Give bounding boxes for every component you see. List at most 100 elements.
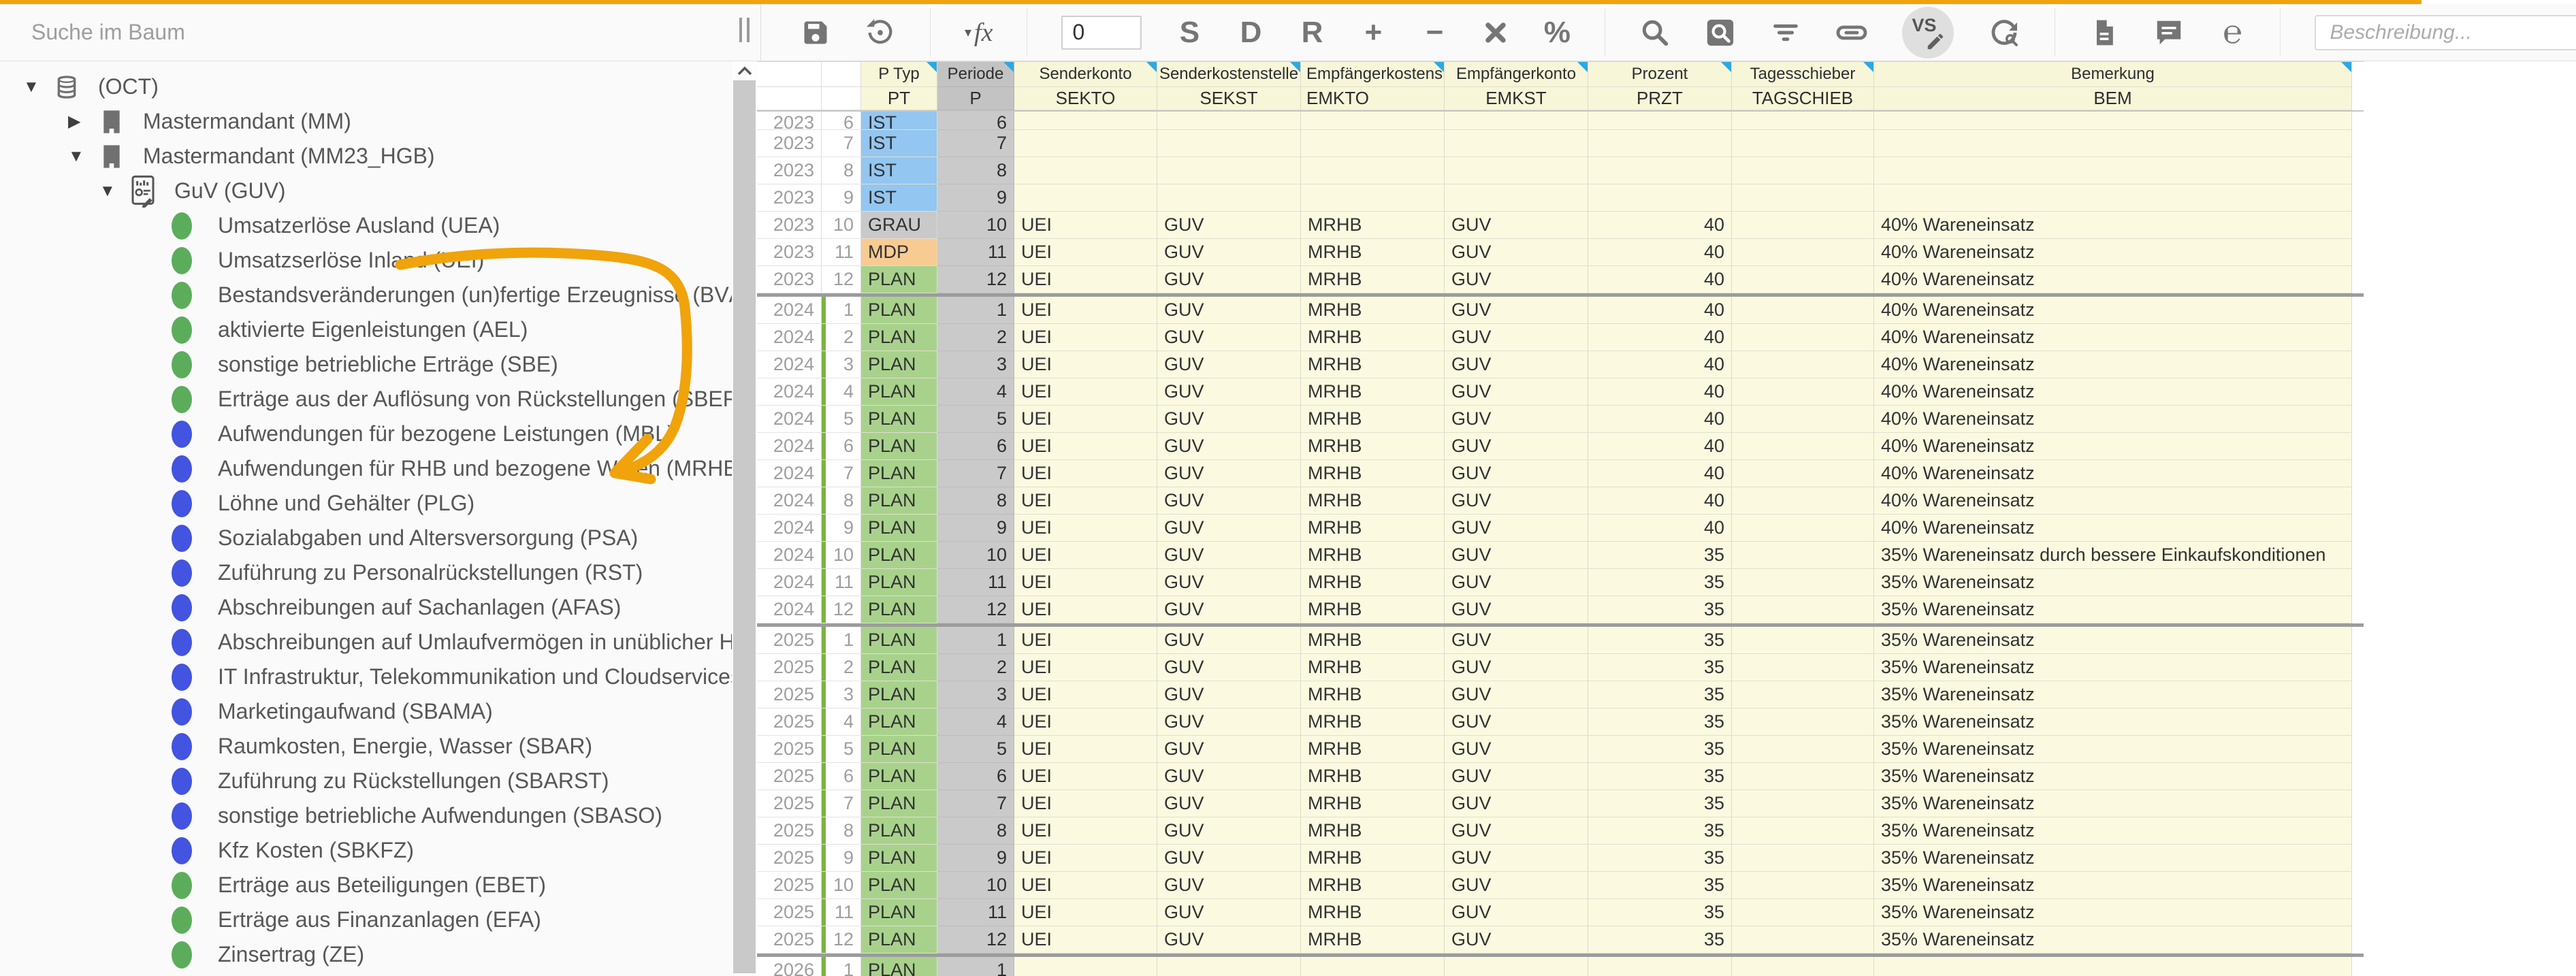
tree-item-sbama[interactable]: Marketingaufwand (SBAMA) (0, 694, 732, 729)
cell-year[interactable]: 2024 (757, 406, 822, 433)
cell-p[interactable]: 1 (937, 957, 1014, 976)
column-header-bem[interactable]: Bemerkung (1874, 62, 2352, 87)
cell-tagschieb[interactable] (1732, 845, 1874, 872)
plus-button[interactable]: + (1359, 9, 1387, 56)
cell-p[interactable]: 7 (937, 130, 1014, 157)
column-header-sekst[interactable]: Senderkostenstelle (1157, 62, 1301, 87)
cell-tagschieb[interactable] (1732, 790, 1874, 817)
cell-sekto[interactable]: UEI (1014, 239, 1157, 266)
cell-sekto[interactable]: UEI (1014, 378, 1157, 406)
mention-icon[interactable]: ℮ (2219, 9, 2246, 56)
column-header-tagschieb[interactable]: Tagesschieber (1732, 62, 1874, 87)
cell-pt[interactable]: PLAN (861, 845, 937, 872)
cell-emkst[interactable]: GUV (1445, 239, 1588, 266)
cell-bem[interactable]: 40% Wareneinsatz (1874, 239, 2352, 266)
tree-item-sbar[interactable]: Raumkosten, Energie, Wasser (SBAR) (0, 729, 732, 764)
cell-bem[interactable]: 40% Wareneinsatz (1874, 406, 2352, 433)
cell-sekst[interactable]: GUV (1157, 266, 1301, 293)
cell-emkst[interactable]: GUV (1445, 266, 1588, 293)
tree-item-oct[interactable]: ▼(OCT) (0, 69, 732, 104)
cell-emkst[interactable] (1445, 157, 1588, 184)
cell-emkto[interactable]: MRHB (1301, 460, 1445, 487)
cell-przt[interactable]: 35 (1588, 872, 1732, 899)
cell-rownum[interactable]: 8 (822, 157, 861, 184)
cell-tagschieb[interactable] (1732, 596, 1874, 623)
cell-przt[interactable]: 35 (1588, 817, 1732, 845)
tree-item-mm[interactable]: ▶Mastermandant (MM) (0, 104, 732, 139)
cell-tagschieb[interactable] (1732, 872, 1874, 899)
tree-item-bvä[interactable]: Bestandsveränderungen (un)fertige Erzeug… (0, 278, 732, 312)
formula-dropdown[interactable]: ▾ fx (965, 9, 993, 56)
cell-emkst[interactable]: GUV (1445, 681, 1588, 709)
cell-p[interactable]: 6 (937, 433, 1014, 460)
cell-p[interactable]: 2 (937, 324, 1014, 351)
cell-emkto[interactable]: MRHB (1301, 926, 1445, 954)
cell-przt[interactable] (1588, 130, 1732, 157)
tree-item-psa[interactable]: Sozialabgaben und Altersversorgung (PSA) (0, 521, 732, 555)
cell-emkst[interactable]: GUV (1445, 790, 1588, 817)
cell-sekto[interactable]: UEI (1014, 790, 1157, 817)
cell-emkto[interactable]: MRHB (1301, 297, 1445, 324)
cell-p[interactable]: 4 (937, 709, 1014, 736)
minus-button[interactable]: − (1421, 9, 1448, 56)
cell-year[interactable]: 2025 (757, 763, 822, 790)
cell-przt[interactable]: 40 (1588, 297, 1732, 324)
cell-bem[interactable]: 35% Wareneinsatz (1874, 790, 2352, 817)
cell-emkst[interactable]: GUV (1445, 709, 1588, 736)
cell-year[interactable]: 2024 (757, 596, 822, 623)
cell-emkto[interactable]: MRHB (1301, 654, 1445, 681)
column-header-sekto[interactable]: Senderkonto (1014, 62, 1157, 87)
cell-emkst[interactable]: GUV (1445, 378, 1588, 406)
cell-pt[interactable]: PLAN (861, 378, 937, 406)
cell-rownum[interactable]: 12 (822, 596, 861, 623)
cell-p[interactable]: 8 (937, 817, 1014, 845)
cell-p[interactable]: 6 (937, 112, 1014, 130)
cell-rownum[interactable]: 9 (822, 515, 861, 542)
cell-pt[interactable]: PLAN (861, 681, 937, 709)
cell-emkst[interactable]: GUV (1445, 763, 1588, 790)
cell-przt[interactable]: 35 (1588, 926, 1732, 954)
cell-sekst[interactable]: GUV (1157, 654, 1301, 681)
cell-p[interactable]: 4 (937, 378, 1014, 406)
cell-rownum[interactable]: 5 (822, 406, 861, 433)
cell-emkst[interactable] (1445, 184, 1588, 212)
cell-emkst[interactable]: GUV (1445, 406, 1588, 433)
tree-item-ebet[interactable]: Erträge aus Beteiligungen (EBET) (0, 868, 732, 902)
tree-item-plg[interactable]: Löhne und Gehälter (PLG) (0, 486, 732, 521)
cell-rownum[interactable]: 7 (822, 790, 861, 817)
cell-bem[interactable]: 35% Wareneinsatz (1874, 569, 2352, 596)
cell-przt[interactable]: 35 (1588, 654, 1732, 681)
cell-pt[interactable]: GRAU (861, 212, 937, 239)
cell-tagschieb[interactable] (1732, 324, 1874, 351)
cell-rownum[interactable]: 6 (822, 763, 861, 790)
cell-sekto[interactable]: UEI (1014, 515, 1157, 542)
cell-przt[interactable]: 40 (1588, 487, 1732, 515)
tree-item-uea[interactable]: Umsatzerlöse Ausland (UEA) (0, 208, 732, 243)
cell-p[interactable]: 1 (937, 297, 1014, 324)
cell-year[interactable]: 2024 (757, 351, 822, 378)
cell-emkst[interactable]: GUV (1445, 926, 1588, 954)
cell-year[interactable]: 2025 (757, 654, 822, 681)
cell-bem[interactable]: 35% Wareneinsatz (1874, 596, 2352, 623)
cell-emkto[interactable]: MRHB (1301, 872, 1445, 899)
cell-bem[interactable]: 35% Wareneinsatz (1874, 627, 2352, 654)
cell-sekst[interactable] (1157, 130, 1301, 157)
cell-przt[interactable]: 35 (1588, 709, 1732, 736)
cell-sekst[interactable]: GUV (1157, 239, 1301, 266)
cell-sekto[interactable]: UEI (1014, 406, 1157, 433)
cell-pt[interactable]: PLAN (861, 596, 937, 623)
cell-tagschieb[interactable] (1732, 736, 1874, 763)
cell-sekst[interactable]: GUV (1157, 542, 1301, 569)
cell-rownum[interactable]: 8 (822, 487, 861, 515)
cell-rownum[interactable]: 2 (822, 654, 861, 681)
cell-tagschieb[interactable] (1732, 297, 1874, 324)
cell-emkto[interactable]: MRHB (1301, 899, 1445, 926)
cell-year[interactable]: 2024 (757, 378, 822, 406)
cell-pt[interactable]: PLAN (861, 433, 937, 460)
cell-tagschieb[interactable] (1732, 184, 1874, 212)
cell-p[interactable]: 7 (937, 460, 1014, 487)
cell-przt[interactable]: 40 (1588, 351, 1732, 378)
cell-year[interactable]: 2025 (757, 681, 822, 709)
cell-rownum[interactable]: 8 (822, 817, 861, 845)
cell-p[interactable]: 11 (937, 899, 1014, 926)
